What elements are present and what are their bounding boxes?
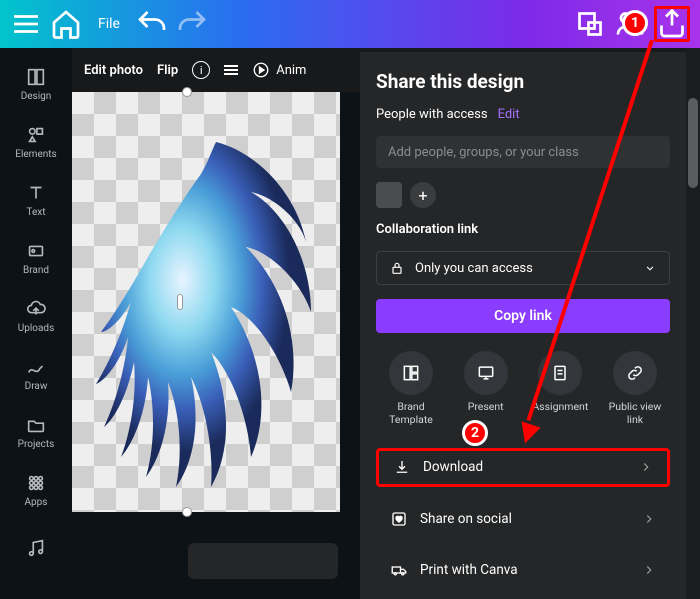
download-icon — [393, 458, 411, 476]
animate-label: Anim — [276, 63, 306, 78]
tile-public-link[interactable]: Public view link — [600, 351, 670, 426]
left-sidebar: Design Elements Text Brand Uploads Draw … — [0, 48, 72, 599]
file-menu[interactable]: File — [88, 6, 130, 42]
truck-icon — [390, 561, 408, 579]
canvas[interactable] — [72, 92, 340, 512]
resize-handle[interactable] — [182, 87, 192, 97]
tile-present[interactable]: Present — [451, 351, 521, 426]
sidebar-label: Projects — [18, 439, 55, 450]
collab-label: Collaboration link — [376, 222, 670, 237]
chevron-down-icon — [643, 261, 657, 275]
add-person-button[interactable]: + — [410, 182, 436, 208]
panel-title: Share this design — [376, 70, 670, 93]
sidebar-label: Design — [21, 91, 52, 102]
undo-icon[interactable] — [134, 6, 170, 42]
timeline-bar[interactable] — [188, 543, 338, 579]
tile-label: Assignment — [532, 401, 588, 414]
sidebar-label: Uploads — [18, 323, 54, 334]
info-icon[interactable]: i — [192, 61, 210, 79]
annotation-badge-2: 2 — [462, 420, 488, 446]
sidebar-item-draw[interactable]: Draw — [0, 346, 72, 402]
copy-link-button[interactable]: Copy link — [376, 299, 670, 333]
chevron-right-icon — [642, 563, 656, 577]
resize-handle[interactable] — [177, 294, 183, 310]
sidebar-item-design[interactable]: Design — [0, 56, 72, 112]
top-bar: File — [0, 0, 700, 48]
share-social-menu-item[interactable]: Share on social — [376, 501, 670, 538]
tile-label: Public view link — [600, 401, 670, 426]
edit-access-link[interactable]: Edit — [498, 107, 520, 122]
sidebar-label: Text — [26, 207, 45, 218]
sidebar-label: Brand — [23, 265, 49, 276]
sidebar-item-audio[interactable] — [0, 520, 72, 576]
print-menu-item[interactable]: Print with Canva — [376, 552, 670, 589]
chevron-right-icon — [642, 512, 656, 526]
tile-label: Present — [468, 401, 504, 414]
redo-icon[interactable] — [174, 6, 210, 42]
resize-handle[interactable] — [182, 507, 192, 517]
menu-label: Share on social — [420, 511, 512, 527]
menu-icon[interactable] — [8, 6, 44, 42]
sidebar-item-apps[interactable]: Apps — [0, 462, 72, 518]
sidebar-label: Apps — [25, 497, 48, 508]
sidebar-label: Draw — [25, 381, 48, 392]
add-people-input[interactable]: Add people, groups, or your class — [376, 136, 670, 168]
animate-button[interactable]: Anim — [252, 61, 306, 79]
edit-photo-button[interactable]: Edit photo — [84, 63, 143, 78]
sidebar-item-brand[interactable]: Brand — [0, 230, 72, 286]
access-label: People with access — [376, 107, 488, 122]
sidebar-label: Elements — [15, 149, 56, 160]
annotation-highlight-1 — [654, 6, 690, 42]
scrollbar[interactable] — [686, 48, 700, 599]
access-dropdown[interactable]: Only you can access — [376, 251, 670, 285]
flip-button[interactable]: Flip — [157, 63, 178, 78]
share-panel: Share this design People with access Edi… — [360, 52, 686, 599]
sidebar-item-projects[interactable]: Projects — [0, 404, 72, 460]
sidebar-item-uploads[interactable]: Uploads — [0, 288, 72, 344]
lock-icon — [389, 260, 405, 276]
avatar[interactable] — [376, 182, 402, 208]
menu-label: Download — [423, 459, 483, 475]
sidebar-item-elements[interactable]: Elements — [0, 114, 72, 170]
annotation-badge-1: 1 — [622, 10, 648, 36]
tile-label: Brand Template — [376, 401, 446, 426]
share-button-container — [652, 4, 692, 44]
resize-icon[interactable] — [572, 6, 608, 42]
access-value: Only you can access — [415, 261, 533, 276]
heart-icon — [390, 510, 408, 528]
scroll-thumb[interactable] — [688, 98, 698, 188]
tile-brand-template[interactable]: Brand Template — [376, 351, 446, 426]
download-menu-item[interactable]: Download — [376, 448, 670, 486]
home-icon[interactable] — [48, 6, 84, 42]
sidebar-item-text[interactable]: Text — [0, 172, 72, 228]
chevron-right-icon — [639, 460, 653, 474]
menu-label: Print with Canva — [420, 562, 518, 578]
align-icon[interactable] — [224, 65, 238, 75]
wing-image[interactable] — [72, 92, 340, 512]
